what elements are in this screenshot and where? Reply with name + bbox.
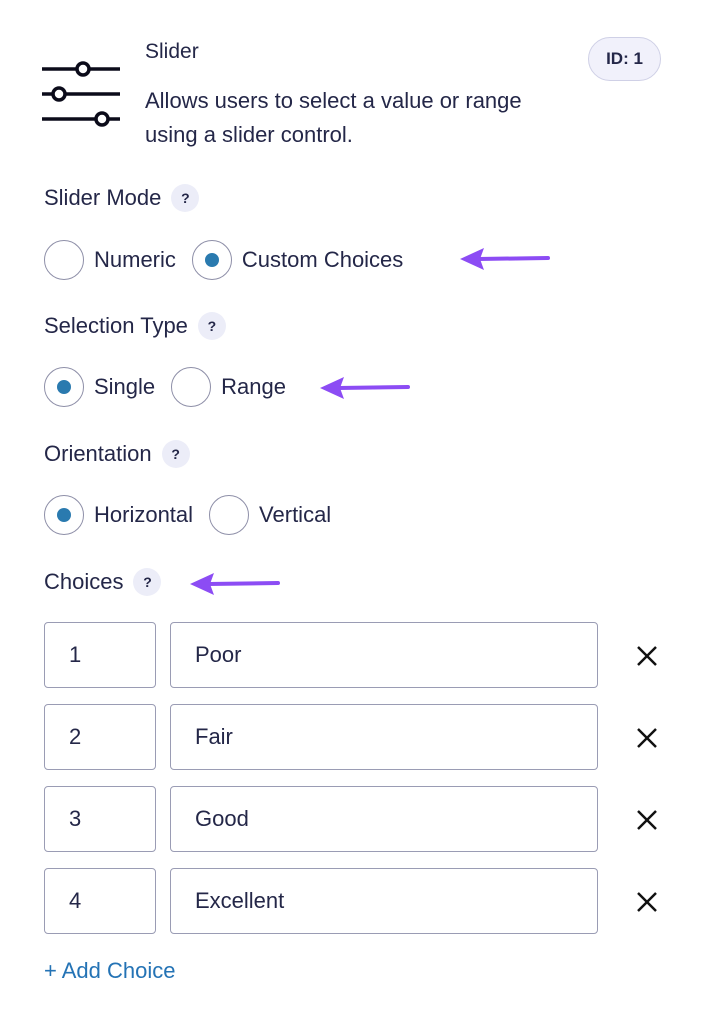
slider-mode-radio-group: Numeric Custom Choices: [44, 239, 419, 281]
slider-mode-label-text: Slider Mode: [44, 185, 162, 210]
selection-type-help-icon[interactable]: ?: [197, 312, 226, 340]
choices-label-text: Choices: [44, 569, 124, 594]
radio-single[interactable]: [44, 367, 84, 407]
radio-single-label[interactable]: Single: [94, 374, 155, 400]
remove-choice-close-icon[interactable]: [632, 887, 662, 917]
choice-label-input[interactable]: Good: [170, 786, 598, 852]
orientation-radio-group: Horizontal Vertical: [44, 494, 347, 536]
choice-value-input[interactable]: 3: [44, 786, 156, 852]
annotation-arrow-icon: [190, 573, 280, 595]
choice-label-input[interactable]: Fair: [170, 704, 598, 770]
field-title: Slider: [145, 40, 199, 63]
radio-selected-dot: [57, 380, 71, 394]
radio-numeric[interactable]: [44, 240, 84, 280]
radio-vertical-label[interactable]: Vertical: [259, 502, 331, 528]
radio-range[interactable]: [171, 367, 212, 407]
orientation-label-text: Orientation: [44, 441, 152, 466]
orientation-help-icon[interactable]: ?: [161, 440, 190, 468]
choice-label-input[interactable]: Poor: [170, 622, 598, 688]
choice-value-input[interactable]: 4: [44, 868, 156, 934]
radio-selected-dot: [204, 253, 219, 267]
choices-help-icon[interactable]: ?: [133, 568, 162, 596]
choices-label: Choices ?: [44, 568, 162, 596]
remove-choice-close-icon[interactable]: [632, 723, 662, 753]
field-description: Allows users to select a value or range …: [145, 88, 522, 147]
selection-type-radio-group: Single Range: [44, 366, 302, 408]
selection-type-label: Selection Type ?: [44, 312, 226, 340]
orientation-label: Orientation ?: [44, 440, 190, 468]
slider-mode-label: Slider Mode ?: [44, 184, 200, 212]
radio-horizontal-label[interactable]: Horizontal: [94, 502, 193, 528]
annotation-arrow-icon: [460, 248, 550, 270]
annotation-arrow-icon: [320, 377, 410, 399]
slider-mode-help-icon[interactable]: ?: [171, 184, 200, 212]
radio-custom-choices-label[interactable]: Custom Choices: [242, 247, 403, 273]
remove-choice-close-icon[interactable]: [632, 641, 662, 671]
radio-custom-choices[interactable]: [191, 240, 232, 280]
field-id-badge: ID: 1: [588, 37, 661, 81]
choice-label-input[interactable]: Excellent: [170, 868, 598, 934]
remove-choice-close-icon[interactable]: [632, 805, 662, 835]
add-choice-link[interactable]: + Add Choice: [44, 958, 175, 984]
selection-type-label-text: Selection Type: [44, 313, 188, 338]
radio-vertical[interactable]: [209, 495, 250, 535]
radio-horizontal[interactable]: [44, 495, 84, 535]
slider-icon: [42, 61, 120, 127]
choice-value-input[interactable]: 1: [44, 622, 156, 688]
radio-selected-dot: [57, 508, 71, 522]
radio-range-label[interactable]: Range: [221, 374, 286, 400]
radio-numeric-label[interactable]: Numeric: [94, 247, 176, 273]
choice-value-input[interactable]: 2: [44, 704, 156, 770]
